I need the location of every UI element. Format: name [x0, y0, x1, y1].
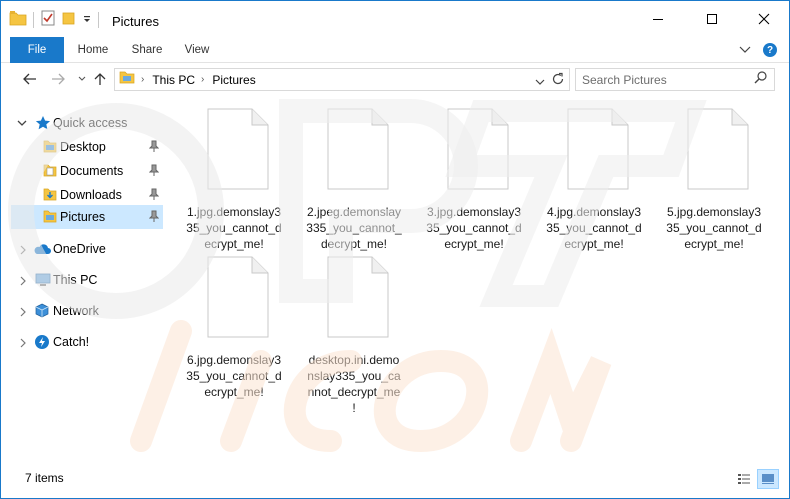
nav-label: This PC	[53, 273, 98, 287]
blank-file-icon	[207, 256, 269, 343]
star-icon	[35, 115, 51, 134]
pin-icon[interactable]	[148, 140, 160, 155]
chevron-right-icon[interactable]	[19, 306, 27, 320]
new-folder-icon[interactable]	[62, 10, 76, 31]
file-list: 1.jpg.demonslay3 35_you_cannot_d ecrypt_me…	[173, 101, 789, 461]
nav-label: Catch!	[53, 335, 90, 349]
title-bar: Pictures	[1, 1, 789, 37]
nav-label: Pictures	[60, 210, 106, 224]
nav-label: Downloads	[60, 188, 122, 202]
blank-file-icon	[567, 108, 629, 195]
address-row: › This PC › Pictures Search Pictures	[1, 64, 789, 94]
blank-file-icon	[327, 256, 389, 343]
folder-icon[interactable]	[9, 10, 27, 31]
onedrive-icon	[33, 243, 51, 258]
chevron-right-icon[interactable]	[19, 244, 27, 258]
nav-label: Network	[53, 304, 99, 318]
file-name: 6.jpg.demonslay3 35_you_cannot_d ecrypt_me…	[186, 353, 282, 399]
up-button[interactable]	[91, 70, 109, 88]
navigation-pane: Quick access Desktop Documents Downloads…	[1, 101, 169, 461]
maximize-button[interactable]	[689, 1, 735, 37]
file-name: desktop.ini.demo nslay335_you_ca nnot_decr…	[307, 353, 401, 415]
pin-icon[interactable]	[148, 210, 160, 225]
blank-file-icon	[447, 108, 509, 195]
search-icon[interactable]	[754, 70, 768, 89]
nav-item-documents[interactable]: Documents	[1, 159, 163, 183]
blank-file-icon	[327, 108, 389, 195]
blank-file-icon	[687, 108, 749, 195]
tab-share[interactable]: Share	[127, 37, 167, 63]
window-title: Pictures	[112, 14, 159, 29]
search-input[interactable]: Search Pictures	[575, 68, 775, 91]
nav-quick-access[interactable]: Quick access	[1, 111, 163, 135]
details-view-button[interactable]	[733, 469, 755, 489]
this-pc-icon	[34, 272, 52, 291]
nav-item-pictures[interactable]: Pictures	[11, 205, 163, 229]
ribbon-tabs: File Home Share View ?	[1, 37, 789, 63]
file-name: 1.jpg.demonslay3 35_you_cannot_d ecrypt_me…	[186, 205, 282, 251]
nav-label: Desktop	[60, 140, 106, 154]
file-name: 4.jpg.demonslay3 35_you_cannot_d ecrypt_me…	[546, 205, 642, 251]
quick-access-toolbar	[9, 10, 105, 31]
nav-item-catch[interactable]: Catch!	[1, 330, 163, 354]
tab-home[interactable]: Home	[73, 37, 113, 63]
desktop-folder-icon	[43, 139, 57, 156]
pin-icon[interactable]	[148, 188, 160, 203]
catch-icon	[34, 334, 50, 353]
toolbar-divider	[33, 12, 34, 28]
expand-ribbon-icon[interactable]	[739, 41, 751, 59]
address-bar[interactable]: › This PC › Pictures	[114, 68, 570, 91]
downloads-folder-icon	[43, 187, 57, 204]
nav-item-downloads[interactable]: Downloads	[1, 183, 163, 207]
nav-item-desktop[interactable]: Desktop	[1, 135, 163, 159]
customize-toolbar-icon[interactable]	[82, 11, 92, 29]
help-icon[interactable]: ?	[763, 43, 777, 57]
pictures-folder-icon	[119, 70, 135, 89]
file-name: 2.jpeg.demonslay 335_you_cannot_ decrypt_m…	[306, 205, 402, 251]
breadcrumb-separator: ›	[201, 74, 205, 85]
tab-file[interactable]: File	[10, 37, 64, 63]
minimize-button[interactable]	[635, 1, 681, 37]
nav-label: Quick access	[53, 116, 128, 130]
breadcrumb-this-pc[interactable]: This PC	[152, 73, 195, 87]
back-button[interactable]	[21, 70, 39, 88]
status-bar: 7 items	[1, 467, 789, 498]
documents-folder-icon	[43, 163, 57, 180]
nav-label: Documents	[60, 164, 124, 178]
nav-item-this-pc[interactable]: This PC	[1, 268, 163, 292]
file-name: 5.jpg.demonslay3 35_you_cannot_d ecrypt_me…	[666, 205, 762, 251]
chevron-right-icon[interactable]	[19, 275, 27, 289]
network-icon	[34, 303, 50, 322]
chevron-right-icon[interactable]	[19, 337, 27, 351]
forward-button[interactable]	[49, 70, 67, 88]
large-icons-view-button[interactable]	[757, 469, 779, 489]
breadcrumb-pictures[interactable]: Pictures	[212, 73, 255, 87]
chevron-down-icon[interactable]	[17, 117, 27, 131]
address-dropdown-icon[interactable]	[535, 73, 545, 91]
file-name: 3.jpg.demonslay3 35_you_cannot_d ecrypt_me…	[426, 205, 522, 251]
explorer-window: Pictures File Home Share View ? › This P…	[0, 0, 790, 499]
nav-label: OneDrive	[53, 242, 106, 256]
properties-icon[interactable]	[40, 10, 56, 31]
refresh-icon[interactable]	[551, 72, 565, 91]
nav-item-network[interactable]: Network	[1, 299, 163, 323]
nav-item-onedrive[interactable]: OneDrive	[1, 237, 163, 261]
toolbar-divider	[98, 12, 99, 28]
tab-view[interactable]: View	[179, 37, 215, 63]
search-placeholder: Search Pictures	[582, 72, 667, 87]
pin-icon[interactable]	[148, 164, 160, 179]
ribbon-controls: ?	[739, 41, 777, 59]
close-button[interactable]	[741, 1, 787, 37]
breadcrumb-separator: ›	[141, 74, 145, 85]
pictures-folder-icon	[43, 209, 57, 226]
blank-file-icon	[207, 108, 269, 195]
item-count: 7 items	[25, 471, 64, 485]
recent-locations-button[interactable]	[73, 70, 91, 88]
